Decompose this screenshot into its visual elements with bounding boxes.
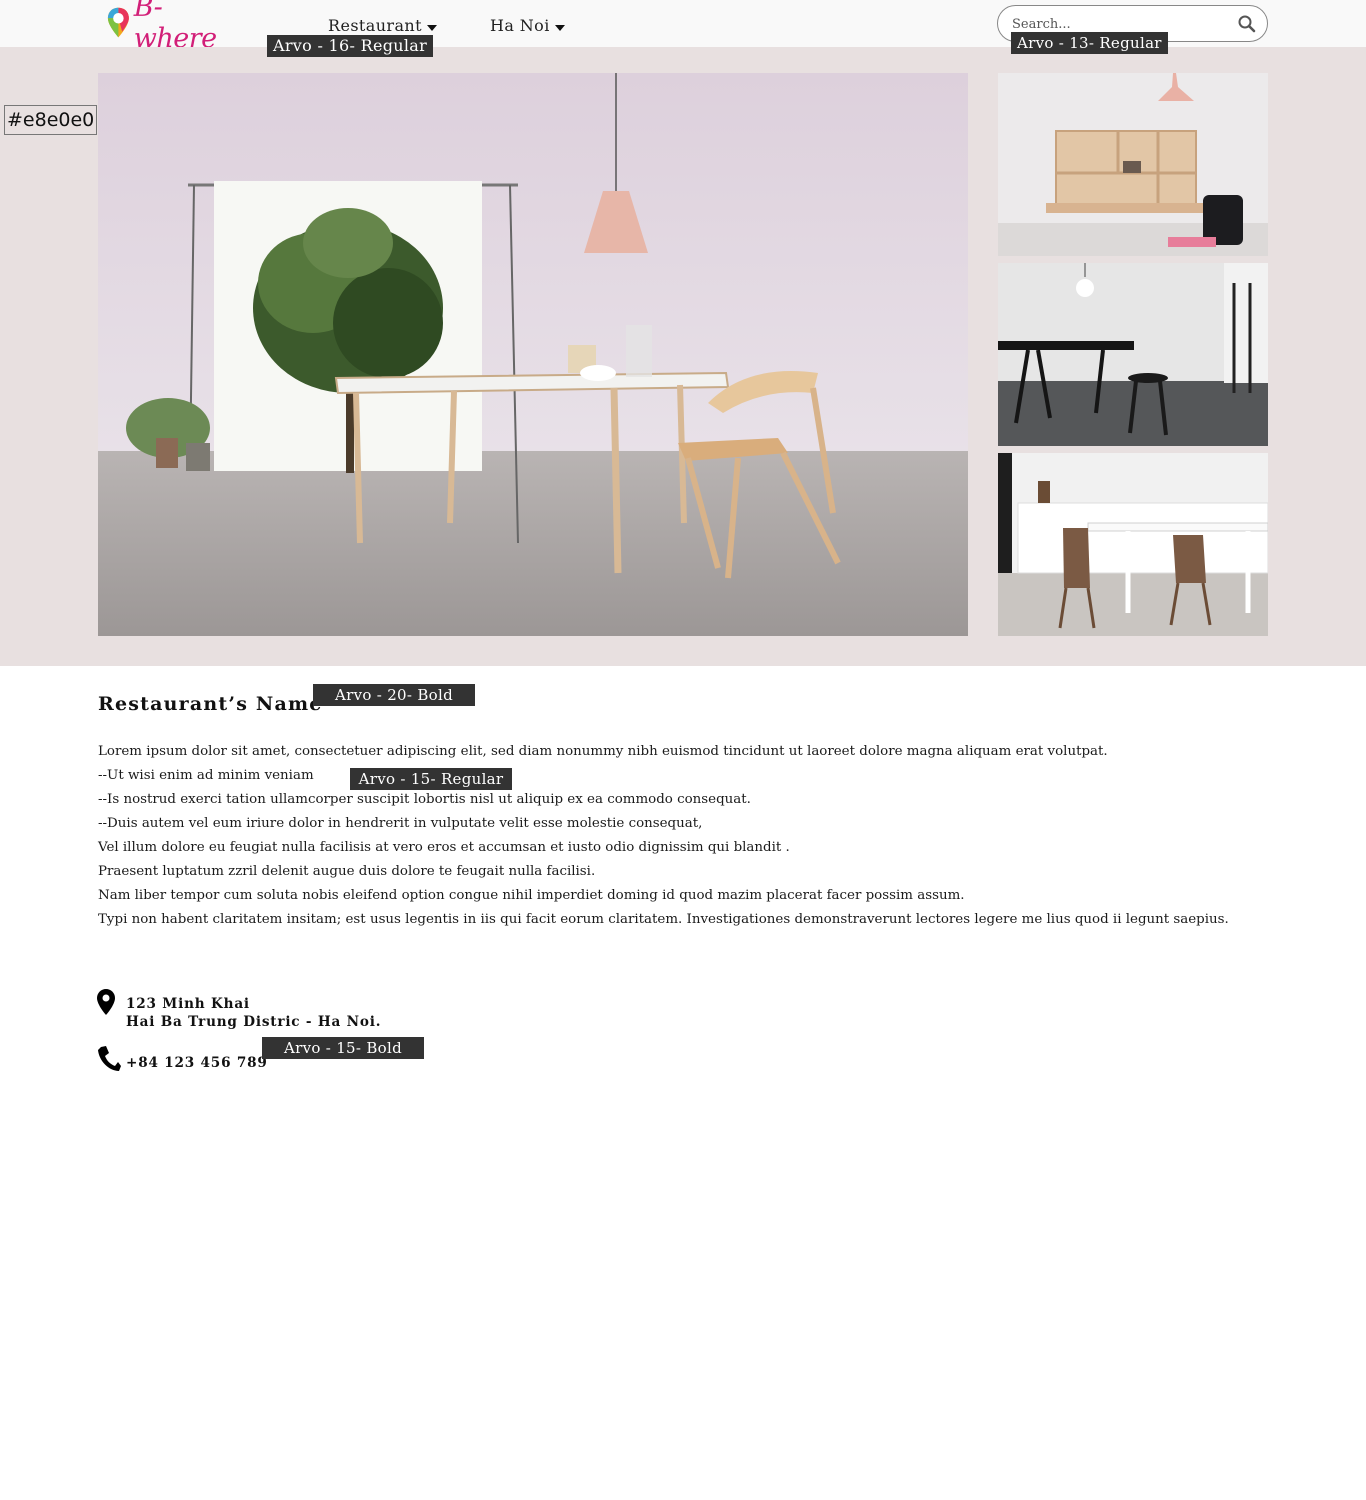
contact-font-annotation: Arvo - 15- Bold — [262, 1037, 424, 1059]
address-block: 123 Minh Khai Hai Ba Trung Distric - Ha … — [97, 988, 381, 1031]
address-line-2: Hai Ba Trung Distric - Ha Noi. — [126, 1014, 382, 1030]
map-pin-logo-icon — [107, 7, 129, 38]
description-line: Praesent luptatum zzril delenit augue du… — [98, 864, 596, 879]
phone-icon — [98, 1046, 121, 1071]
background-color-annotation: #e8e0e0 — [4, 105, 98, 135]
description-line: Vel illum dolore eu feugiat nulla facili… — [98, 840, 790, 855]
brand-logo[interactable]: B-where — [106, 0, 240, 54]
thumbnail-photo-2[interactable] — [998, 263, 1268, 446]
description-line: Nam liber tempor cum soluta nobis eleife… — [98, 888, 965, 903]
description-line: Lorem ipsum dolor sit amet, consectetuer… — [98, 744, 1108, 759]
white-kitchen-photo-image — [998, 453, 1268, 636]
address-line-1: 123 Minh Khai — [126, 996, 250, 1012]
search-font-annotation: Arvo - 13- Regular — [1011, 32, 1168, 54]
black-table-photo-image — [998, 263, 1268, 446]
body-font-annotation: Arvo - 15- Regular — [350, 768, 512, 790]
restaurant-description: Lorem ipsum dolor sit amet, consectetuer… — [98, 740, 1268, 932]
city-dropdown-label: Ha Noi — [490, 16, 550, 35]
category-dropdown-label: Restaurant — [328, 16, 422, 35]
description-line: --Ut wisi enim ad minim veniam — [98, 768, 314, 783]
map-marker-icon — [97, 989, 115, 1015]
thumbnail-photo-3[interactable] — [998, 453, 1268, 636]
restaurant-name: Restaurant’s Name — [98, 693, 323, 715]
thumbnail-photo-1[interactable] — [998, 73, 1268, 256]
search-input[interactable] — [1012, 14, 1232, 34]
main-photo[interactable] — [98, 73, 968, 636]
category-dropdown[interactable]: Restaurant — [328, 16, 437, 35]
brand-name: B-where — [133, 0, 217, 54]
description-line: --Is nostrud exerci tation ullamcorper s… — [98, 792, 751, 807]
wall-desk-photo-image — [998, 73, 1268, 256]
phone-block: +84 123 456 789 — [97, 1045, 268, 1073]
nav-font-annotation: Arvo - 16- Regular — [267, 35, 434, 57]
caret-down-icon — [426, 24, 437, 31]
city-dropdown[interactable]: Ha Noi — [490, 16, 565, 35]
description-line: --Duis autem vel eum iriure dolor in hen… — [98, 816, 703, 831]
dining-table-photo-image — [98, 73, 968, 636]
search-icon[interactable] — [1237, 14, 1257, 34]
title-font-annotation: Arvo - 20- Bold — [313, 684, 475, 706]
caret-down-icon — [554, 24, 565, 31]
phone-number[interactable]: +84 123 456 789 — [126, 1054, 268, 1072]
photo-gallery — [0, 47, 1366, 666]
description-line: Typi non habent claritatem insitam; est … — [98, 912, 1229, 927]
